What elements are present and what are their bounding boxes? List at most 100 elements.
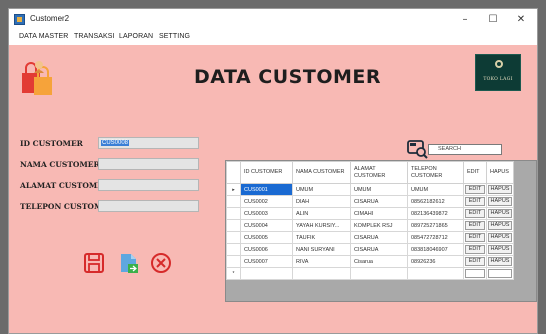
new-row[interactable]: *: [226, 267, 514, 280]
cell-id[interactable]: CUS0006: [240, 243, 293, 256]
table-row[interactable]: CUS0003 ALIN CIMAHI 082136439872 EDIT HAPUS: [226, 207, 514, 220]
cell-id[interactable]: CUS0002: [240, 195, 293, 208]
empty-button[interactable]: [488, 269, 512, 278]
hapus-button[interactable]: HAPUS: [488, 233, 512, 242]
hapus-button[interactable]: HAPUS: [488, 257, 512, 266]
cell-telepon[interactable]: 085472728712: [407, 231, 464, 244]
cell-id[interactable]: CUS0004: [240, 219, 293, 232]
column-header-hapus[interactable]: HAPUS: [486, 161, 514, 184]
row-header[interactable]: ▸: [226, 183, 241, 196]
cell-id[interactable]: CUS0001: [240, 183, 293, 196]
cell-nama[interactable]: TAUFIK: [292, 231, 351, 244]
table-header-row: ID CUSTOMER NAMA CUSTOMER ALAMAT CUSTOME…: [226, 161, 514, 184]
table-row[interactable]: CUS0007 RIVA Cisarua 08926236 EDIT HAPUS: [226, 255, 514, 268]
cell-telepon[interactable]: 089725271865: [407, 219, 464, 232]
cancel-icon[interactable]: [149, 251, 173, 275]
customer-table: ID CUSTOMER NAMA CUSTOMER ALAMAT CUSTOME…: [226, 161, 514, 280]
cell-alamat[interactable]: CISARUA: [350, 231, 408, 244]
nama-customer-field[interactable]: [98, 158, 199, 170]
column-header-nama[interactable]: NAMA CUSTOMER: [292, 161, 351, 184]
edit-button[interactable]: EDIT: [465, 233, 485, 242]
cell-alamat[interactable]: CIMAHI: [350, 207, 408, 220]
cell-nama[interactable]: RIVA: [292, 255, 351, 268]
hapus-button[interactable]: HAPUS: [488, 221, 512, 230]
cell-hapus: HAPUS: [486, 195, 514, 208]
new-row-marker: *: [226, 267, 241, 280]
column-header-telepon[interactable]: TELEPON CUSTOMER: [407, 161, 464, 184]
hapus-button[interactable]: HAPUS: [488, 245, 512, 254]
customer-grid: ID CUSTOMER NAMA CUSTOMER ALAMAT CUSTOME…: [225, 160, 537, 302]
new-row-cell[interactable]: [240, 267, 293, 280]
column-header-alamat[interactable]: ALAMAT CUSTOMER: [350, 161, 408, 184]
cell-telepon[interactable]: 082136439872: [407, 207, 464, 220]
row-header[interactable]: [226, 243, 241, 256]
hapus-button[interactable]: HAPUS: [488, 185, 512, 194]
cell-id[interactable]: CUS0005: [240, 231, 293, 244]
cell-nama[interactable]: ALIN: [292, 207, 351, 220]
column-header-edit[interactable]: EDIT: [463, 161, 487, 184]
table-row[interactable]: CUS0005 TAUFIK CISARUA 085472728712 EDIT HAPU…: [226, 231, 514, 244]
row-header-corner: [226, 161, 241, 184]
cell-edit: EDIT: [463, 195, 487, 208]
edit-button[interactable]: EDIT: [465, 221, 485, 230]
row-header[interactable]: [226, 219, 241, 232]
hapus-button[interactable]: HAPUS: [488, 209, 512, 218]
title-bar: Customer2 – ☐ ✕: [9, 9, 537, 31]
edit-button[interactable]: EDIT: [465, 257, 485, 266]
cell-telepon[interactable]: 083818046907: [407, 243, 464, 256]
table-row[interactable]: CUS0004 YAYAH KURSIY... KOMPLEK RSJ 0897252…: [226, 219, 514, 232]
telepon-customer-field[interactable]: [98, 200, 199, 212]
window-title: Customer2: [30, 14, 70, 23]
cell-alamat[interactable]: KOMPLEK RSJ: [350, 219, 408, 232]
alamat-customer-label: ALAMAT CUSTOMER: [20, 181, 110, 190]
row-header[interactable]: [226, 207, 241, 220]
maximize-button[interactable]: ☐: [481, 11, 505, 29]
table-row[interactable]: CUS0002 DIAH CISARUA 08562182612 EDIT HAPUS: [226, 195, 514, 208]
alamat-customer-field[interactable]: [98, 179, 199, 191]
row-header[interactable]: [226, 231, 241, 244]
table-row[interactable]: CUS0006 NANI SURYANI CISARUA 083818046907 ED…: [226, 243, 514, 256]
edit-button[interactable]: EDIT: [465, 197, 485, 206]
cell-nama[interactable]: NANI SURYANI: [292, 243, 351, 256]
cell-alamat[interactable]: Cisarua: [350, 255, 408, 268]
export-icon[interactable]: [117, 251, 141, 275]
menu-data-master[interactable]: DATA MASTER: [19, 33, 68, 40]
cell-alamat[interactable]: CISARUA: [350, 243, 408, 256]
empty-button[interactable]: [465, 269, 485, 278]
new-row-cell[interactable]: [292, 267, 351, 280]
cell-alamat[interactable]: UMUM: [350, 183, 408, 196]
cell-nama[interactable]: UMUM: [292, 183, 351, 196]
row-header[interactable]: [226, 195, 241, 208]
edit-button[interactable]: EDIT: [465, 209, 485, 218]
new-row-cell[interactable]: [486, 267, 514, 280]
edit-button[interactable]: EDIT: [465, 185, 485, 194]
menu-setting[interactable]: SETTING: [159, 33, 190, 40]
save-icon[interactable]: [82, 251, 106, 275]
menu-laporan[interactable]: LAPORAN: [119, 33, 153, 40]
column-header-id[interactable]: ID CUSTOMER: [240, 161, 293, 184]
new-row-cell[interactable]: [463, 267, 487, 280]
close-button[interactable]: ✕: [509, 11, 533, 29]
app-icon: [14, 14, 25, 25]
id-customer-field[interactable]: CUS0008: [98, 137, 199, 149]
cell-telepon[interactable]: 08926236: [407, 255, 464, 268]
cell-id[interactable]: CUS0007: [240, 255, 293, 268]
minimize-button[interactable]: –: [453, 11, 477, 29]
edit-button[interactable]: EDIT: [465, 245, 485, 254]
new-row-cell[interactable]: [407, 267, 464, 280]
search-input[interactable]: SEARCH: [428, 144, 502, 155]
row-header[interactable]: [226, 255, 241, 268]
cell-edit: EDIT: [463, 219, 487, 232]
cell-alamat[interactable]: CISARUA: [350, 195, 408, 208]
hapus-button[interactable]: HAPUS: [488, 197, 512, 206]
new-row-cell[interactable]: [350, 267, 408, 280]
search-icon[interactable]: [407, 139, 429, 159]
cell-nama[interactable]: DIAH: [292, 195, 351, 208]
table-row[interactable]: ▸ CUS0001 UMUM UMUM UMUM EDIT HAPUS: [226, 183, 514, 196]
cell-telepon[interactable]: 08562182612: [407, 195, 464, 208]
cell-id[interactable]: CUS0003: [240, 207, 293, 220]
cell-telepon[interactable]: UMUM: [407, 183, 464, 196]
cell-nama[interactable]: YAYAH KURSIY...: [292, 219, 351, 232]
cell-edit: EDIT: [463, 243, 487, 256]
menu-transaksi[interactable]: TRANSAKSI: [74, 33, 115, 40]
